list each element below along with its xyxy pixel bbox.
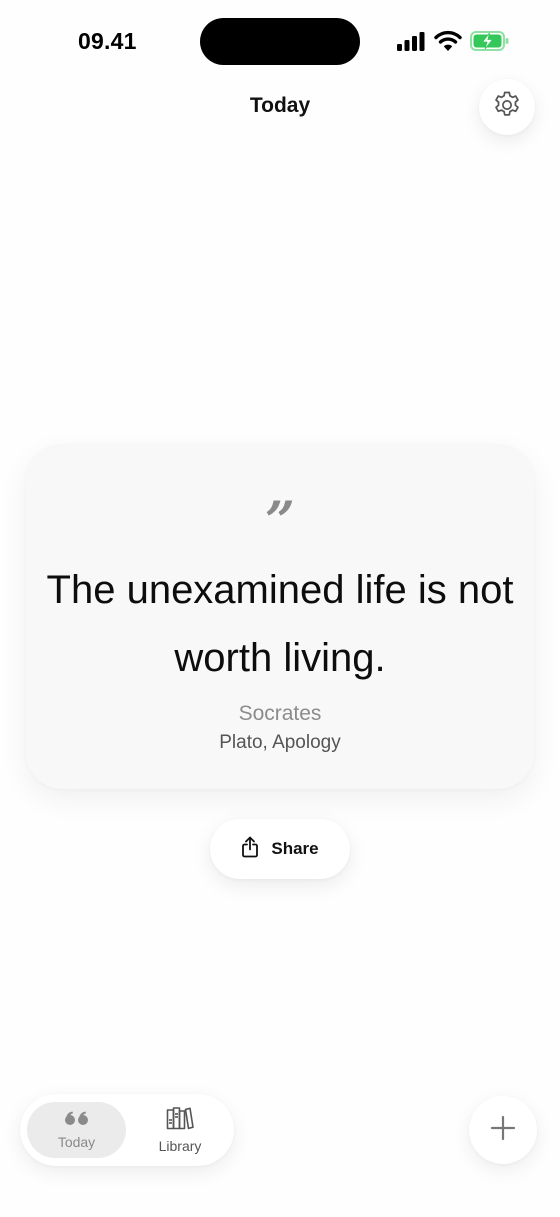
plus-icon xyxy=(490,1115,516,1146)
cellular-signal-icon xyxy=(396,31,426,51)
gear-icon xyxy=(491,89,523,126)
quote-text: The unexamined life is not worth living. xyxy=(46,568,514,680)
share-button[interactable]: Share xyxy=(210,819,350,879)
page-title: Today xyxy=(249,94,311,117)
tab-bar: Today Library xyxy=(20,1094,234,1166)
tab-today[interactable]: Today xyxy=(27,1102,126,1158)
quote-author: Socrates xyxy=(238,702,322,725)
tab-today-label: Today xyxy=(57,1134,96,1150)
share-label: Share xyxy=(271,839,319,858)
status-icons xyxy=(396,30,510,52)
dynamic-island xyxy=(200,18,360,65)
quote-icon xyxy=(64,1110,90,1131)
wifi-icon xyxy=(434,30,462,52)
books-icon xyxy=(166,1106,194,1135)
quote-source: Plato, Apology xyxy=(219,732,341,753)
share-icon xyxy=(241,836,259,863)
screen: 09.41 Today ” The unexamined life is not… xyxy=(0,0,560,1217)
tab-library-label: Library xyxy=(158,1138,202,1154)
settings-button[interactable] xyxy=(479,79,535,135)
status-time: 09.41 xyxy=(78,28,137,54)
quote-mark-icon: ” xyxy=(265,496,295,532)
battery-charging-icon xyxy=(470,30,510,52)
tab-library[interactable]: Library xyxy=(130,1102,230,1158)
add-button[interactable] xyxy=(469,1096,537,1164)
